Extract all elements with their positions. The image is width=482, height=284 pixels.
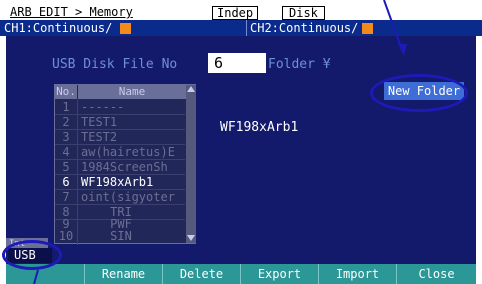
disk-indicator: Disk bbox=[282, 6, 325, 20]
list-item-selected[interactable]: 6 WF198xArb1 bbox=[55, 175, 185, 189]
row-number: 1 bbox=[62, 100, 70, 114]
row-name: ------ bbox=[81, 100, 125, 114]
delete-button[interactable]: Delete bbox=[162, 264, 240, 284]
scroll-down-icon[interactable] bbox=[187, 235, 195, 241]
column-header-no: No. bbox=[55, 85, 77, 99]
ch1-status: CH1:Continuous/ bbox=[4, 21, 113, 35]
row-number: 5 bbox=[62, 160, 70, 174]
file-no-label: USB Disk File No bbox=[52, 57, 178, 72]
import-button[interactable]: Import bbox=[318, 264, 396, 284]
arb-edit-memory-screen: ARB EDIT > Memory Indep Disk CH1:Continu… bbox=[0, 0, 482, 284]
file-no-input[interactable]: 6 bbox=[208, 53, 266, 73]
ch1-color-swatch bbox=[120, 23, 131, 34]
file-panel: USB Disk File No 6 Folder ¥ New Folder N… bbox=[6, 36, 476, 264]
row-number: 7 bbox=[62, 190, 70, 204]
column-header-name: Name bbox=[78, 85, 186, 99]
list-item[interactable]: 5 1984ScreenSh bbox=[55, 160, 185, 174]
row-number: 10 bbox=[58, 229, 74, 243]
row-name: 1984ScreenSh bbox=[81, 160, 168, 174]
list-item[interactable]: 7 oint(sigyoter bbox=[55, 190, 185, 204]
list-item[interactable]: 10 SIN bbox=[55, 229, 185, 243]
close-button[interactable]: Close bbox=[396, 264, 476, 284]
row-name: WF198xArb1 bbox=[81, 175, 154, 189]
file-list: No. Name 1 ------ 2 TEST1 3 TEST2 4 aw(haire… bbox=[54, 84, 196, 245]
ch2-status: CH2:Continuous/ bbox=[250, 21, 359, 35]
row-name: SIN bbox=[110, 229, 132, 243]
indep-indicator: Indep bbox=[212, 6, 259, 20]
softkey-bar: Rename Delete Export Import Close bbox=[6, 264, 476, 284]
row-name: TEST1 bbox=[81, 115, 118, 129]
row-name: oint(sigyoter bbox=[81, 190, 175, 204]
ch2-color-swatch bbox=[362, 23, 373, 34]
list-item[interactable]: 2 TEST1 bbox=[55, 115, 185, 129]
channel-status-bar: CH1:Continuous/ CH2:Continuous/ bbox=[0, 20, 482, 36]
new-folder-highlight-ellipse bbox=[370, 74, 468, 112]
channel-divider bbox=[246, 20, 247, 36]
title-bar: ARB EDIT > Memory Indep Disk bbox=[0, 6, 482, 20]
list-item[interactable]: 4 aw(hairetus)E bbox=[55, 145, 185, 159]
row-number: 3 bbox=[62, 130, 70, 144]
selected-file-name: WF198xArb1 bbox=[220, 120, 299, 135]
list-item[interactable]: 1 ------ bbox=[55, 100, 185, 114]
page-title: ARB EDIT > Memory bbox=[10, 5, 133, 19]
scroll-up-icon[interactable] bbox=[187, 86, 195, 92]
list-item[interactable]: 3 TEST2 bbox=[55, 130, 185, 144]
row-number: 4 bbox=[62, 145, 70, 159]
row-number: 6 bbox=[62, 175, 70, 189]
row-name: TEST2 bbox=[81, 130, 118, 144]
row-name: aw(hairetus)E bbox=[81, 145, 175, 159]
rename-button[interactable]: Rename bbox=[84, 264, 162, 284]
folder-label: Folder ¥ bbox=[268, 57, 331, 72]
list-scrollbar[interactable] bbox=[186, 85, 196, 243]
usb-highlight-ellipse bbox=[2, 240, 62, 270]
row-number: 2 bbox=[62, 115, 70, 129]
export-button[interactable]: Export bbox=[240, 264, 318, 284]
